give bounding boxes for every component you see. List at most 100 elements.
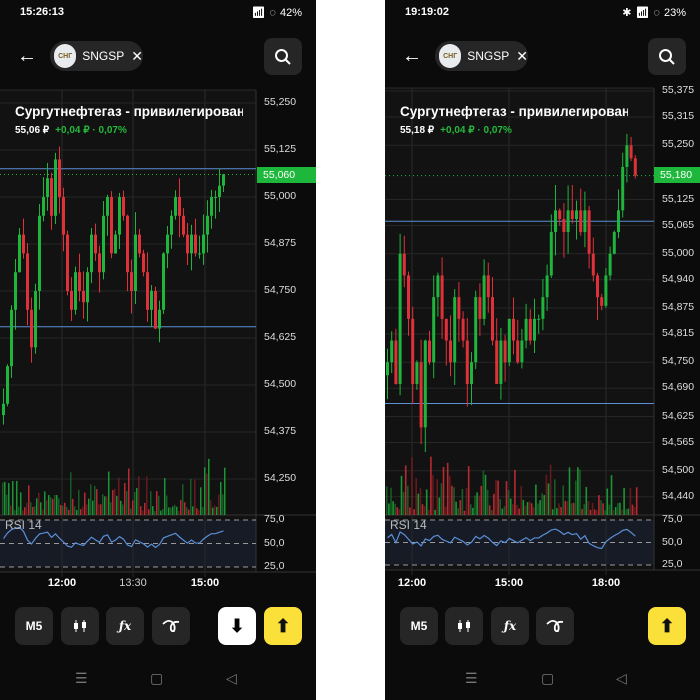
volume-bar	[551, 509, 554, 515]
ticker-chip[interactable]: СНГ SNGSP ✕	[435, 41, 528, 71]
volume-bar	[170, 507, 172, 515]
volume-bar	[80, 509, 82, 515]
candle-body	[608, 253, 612, 276]
volume-bar	[627, 508, 630, 515]
volume-bar	[386, 486, 388, 515]
volume-bar	[570, 503, 573, 515]
rsi-axis-label: 50,0	[264, 536, 285, 549]
wifi-icon: 📶︎	[635, 7, 650, 19]
candle-body	[190, 234, 193, 254]
volume-bar	[535, 484, 537, 515]
volume-bar	[560, 507, 562, 515]
candle-body	[42, 197, 45, 216]
nav-menu-icon[interactable]: ☰	[465, 670, 478, 687]
volume-bar	[32, 506, 34, 515]
buy-button[interactable]: ⬆	[264, 607, 302, 645]
candle-body	[562, 219, 566, 233]
volume-bar	[398, 509, 401, 515]
candle-body	[130, 272, 133, 291]
price-change: +0,04 ₽ · 0,07%	[55, 125, 127, 136]
candle-body	[470, 362, 473, 384]
volume-bar	[482, 470, 485, 515]
price-axis-label: 54,940	[662, 272, 695, 285]
timeframe-button[interactable]: M5	[400, 607, 438, 645]
price-axis-label: 55,065	[662, 218, 695, 231]
candle-body	[423, 340, 427, 428]
volume-bar	[120, 500, 122, 515]
candle-body	[202, 234, 205, 254]
nav-back-icon[interactable]: ◁	[616, 670, 627, 687]
volume-bar	[428, 509, 430, 515]
price-axis-label: 55,250	[662, 138, 695, 151]
nav-menu-icon[interactable]: ☰	[75, 670, 88, 687]
volume-bar	[198, 510, 200, 515]
volume-bar	[465, 488, 468, 515]
volume-bar	[62, 505, 64, 515]
back-arrow-icon[interactable]: ←	[16, 45, 38, 68]
rsi-label: RSI 14	[390, 518, 427, 532]
volume-bar	[180, 499, 182, 515]
volume-bar	[453, 487, 455, 515]
volume-bar	[568, 467, 571, 515]
candle-body	[428, 340, 431, 363]
candle-body	[174, 197, 177, 216]
candle-body	[98, 253, 101, 273]
volume-bar	[457, 508, 459, 515]
volume-bar	[128, 468, 130, 515]
volume-bar	[400, 475, 403, 515]
nav-home-icon[interactable]: ▢	[150, 670, 163, 687]
volume-bar	[72, 498, 74, 515]
candle-body	[170, 215, 173, 235]
drawing-button[interactable]	[536, 607, 574, 645]
volume-bar	[202, 507, 204, 515]
volume-bar	[541, 493, 543, 515]
chart-type-button[interactable]	[61, 607, 99, 645]
candle-body	[6, 366, 9, 404]
candle-body	[218, 185, 221, 197]
volume-bar	[114, 488, 116, 515]
drawing-button[interactable]	[152, 607, 190, 645]
candle-body	[90, 234, 93, 273]
volume-bar	[34, 506, 36, 515]
ticker-chip[interactable]: СНГ SNGSP ✕	[50, 41, 143, 71]
nav-home-icon[interactable]: ▢	[541, 670, 554, 687]
volume-bar	[438, 497, 441, 515]
volume-bar	[596, 510, 598, 515]
search-icon	[659, 48, 675, 65]
volume-bar	[52, 498, 54, 515]
buy-button[interactable]: ⬆	[648, 607, 686, 645]
volume-bar	[526, 502, 529, 515]
sell-button[interactable]: ⬇	[218, 607, 256, 645]
nav-back-icon[interactable]: ◁	[226, 670, 237, 687]
timeframe-button[interactable]: M5	[15, 607, 53, 645]
close-icon[interactable]: ✕	[131, 48, 143, 65]
close-icon[interactable]: ✕	[516, 48, 528, 65]
volume-bar	[60, 504, 62, 515]
time-label: 12:00	[47, 577, 77, 589]
volume-bar	[188, 509, 190, 515]
volume-bar	[106, 496, 108, 515]
back-arrow-icon[interactable]: ←	[401, 45, 423, 68]
wifi-icon: 📶︎	[251, 7, 266, 19]
candle-body	[449, 340, 452, 363]
price-axis-label: 54,250	[264, 472, 297, 484]
volume-bar	[633, 507, 636, 515]
chart-type-button[interactable]	[445, 607, 483, 645]
indicators-button[interactable]: ƒx	[106, 607, 144, 645]
volume-bar	[549, 464, 552, 515]
candle-body	[621, 166, 625, 211]
search-button[interactable]	[648, 38, 686, 75]
indicators-button[interactable]: ƒx	[491, 607, 529, 645]
candle-body	[604, 275, 608, 306]
volume-bar	[208, 458, 210, 515]
volume-bar	[581, 509, 583, 515]
status-time: 15:26:13	[20, 6, 65, 18]
search-button[interactable]	[264, 38, 302, 75]
rsi-axis-label: 25,0	[264, 560, 285, 572]
volume-bar	[24, 507, 26, 515]
rsi-axis-label: 75,0	[264, 513, 285, 525]
volume-bar	[2, 482, 4, 515]
volume-bar	[436, 479, 438, 515]
volume-bar	[14, 510, 16, 515]
volume-bar	[518, 508, 520, 515]
